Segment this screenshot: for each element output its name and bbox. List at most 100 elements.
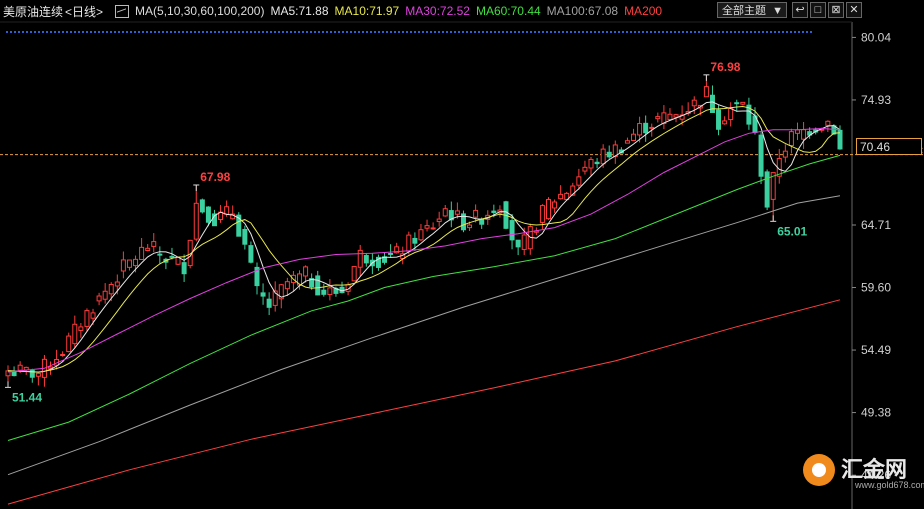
candle-down [709, 94, 715, 113]
event-marker-dot [138, 31, 140, 33]
event-marker-dot [394, 31, 396, 33]
event-marker-dot [150, 31, 152, 33]
event-marker-dot [538, 31, 540, 33]
event-marker-dot [614, 31, 616, 33]
event-marker-dot [66, 31, 68, 33]
event-marker-dot [98, 31, 100, 33]
candle-up [545, 199, 551, 220]
event-marker-dot [14, 31, 16, 33]
event-marker-dot [750, 31, 752, 33]
y-tick-label: 49.38 [861, 406, 891, 420]
candle-up [558, 193, 564, 200]
candle-up [631, 133, 637, 142]
event-marker-dot [318, 31, 320, 33]
event-marker-dot [62, 31, 64, 33]
event-marker-dot [154, 31, 156, 33]
event-marker-dot [426, 31, 428, 33]
event-marker-dot [382, 31, 384, 33]
candle-down [260, 292, 266, 297]
event-marker-dot [26, 31, 28, 33]
event-marker-dot [770, 31, 772, 33]
event-marker-dot [234, 31, 236, 33]
price-chart[interactable]: 80.0474.9364.7159.6054.4949.3844.2676.98… [0, 0, 924, 509]
event-marker-dot [290, 31, 292, 33]
low-label: 65.01 [777, 224, 807, 238]
candle-up [72, 323, 78, 345]
current-price-box: 70.46 [856, 138, 922, 155]
event-marker-dot [294, 31, 296, 33]
event-marker-dot [738, 31, 740, 33]
candle-down [363, 255, 369, 264]
event-marker-dot [662, 31, 664, 33]
event-marker-dot [198, 31, 200, 33]
candle-up [145, 247, 151, 251]
event-marker-dot [262, 31, 264, 33]
event-marker-dot [134, 31, 136, 33]
event-marker-dot [418, 31, 420, 33]
event-marker-dot [558, 31, 560, 33]
event-marker-dot [58, 31, 60, 33]
candle-up [424, 225, 430, 229]
event-marker-dot [758, 31, 760, 33]
candle-up [351, 266, 357, 282]
event-marker-dot [114, 31, 116, 33]
candle-up [224, 206, 230, 215]
event-marker-dot [298, 31, 300, 33]
event-marker-dot [186, 31, 188, 33]
candle-up [582, 166, 588, 172]
event-marker-dot [106, 31, 108, 33]
event-marker-dot [362, 31, 364, 33]
event-marker-dot [634, 31, 636, 33]
event-marker-dot [506, 31, 508, 33]
logo-icon [803, 454, 835, 486]
candle-up [801, 129, 807, 140]
candle-up [637, 123, 643, 136]
event-marker-dot [778, 31, 780, 33]
event-marker-dot [278, 31, 280, 33]
candle-down [266, 298, 272, 308]
event-marker-dot [686, 31, 688, 33]
event-marker-dot [434, 31, 436, 33]
event-marker-dot [406, 31, 408, 33]
event-marker-dot [774, 31, 776, 33]
event-marker-dot [254, 31, 256, 33]
candle-up [108, 283, 114, 295]
candle-up [35, 372, 41, 377]
candle-up [102, 290, 108, 300]
event-marker-dot [674, 31, 676, 33]
y-tick-label: 74.93 [861, 93, 891, 107]
event-marker-dot [314, 31, 316, 33]
event-marker-dot [218, 31, 220, 33]
event-marker-dot [514, 31, 516, 33]
event-marker-dot [494, 31, 496, 33]
event-marker-dot [578, 31, 580, 33]
event-marker-dot [766, 31, 768, 33]
event-marker-dot [222, 31, 224, 33]
event-marker-dot [310, 31, 312, 33]
event-marker-dot [178, 31, 180, 33]
event-marker-dot [430, 31, 432, 33]
event-marker-dot [702, 31, 704, 33]
candle-up [667, 113, 673, 121]
event-marker-dot [690, 31, 692, 33]
candle-down [157, 253, 163, 256]
candle-down [515, 239, 521, 248]
event-marker-dot [554, 31, 556, 33]
event-marker-dot [782, 31, 784, 33]
event-marker-dot [78, 31, 80, 33]
candle-up [60, 354, 66, 357]
event-marker-dot [562, 31, 564, 33]
event-marker-dot [202, 31, 204, 33]
event-marker-dot [666, 31, 668, 33]
candle-down [594, 161, 600, 165]
event-marker-dot [590, 31, 592, 33]
event-marker-dot [82, 31, 84, 33]
event-marker-dot [526, 31, 528, 33]
event-marker-dot [346, 31, 348, 33]
event-marker-dot [274, 31, 276, 33]
event-marker-dot [322, 31, 324, 33]
event-marker-dot [678, 31, 680, 33]
event-marker-dot [190, 31, 192, 33]
event-marker-dot [518, 31, 520, 33]
candle-up [17, 364, 23, 371]
